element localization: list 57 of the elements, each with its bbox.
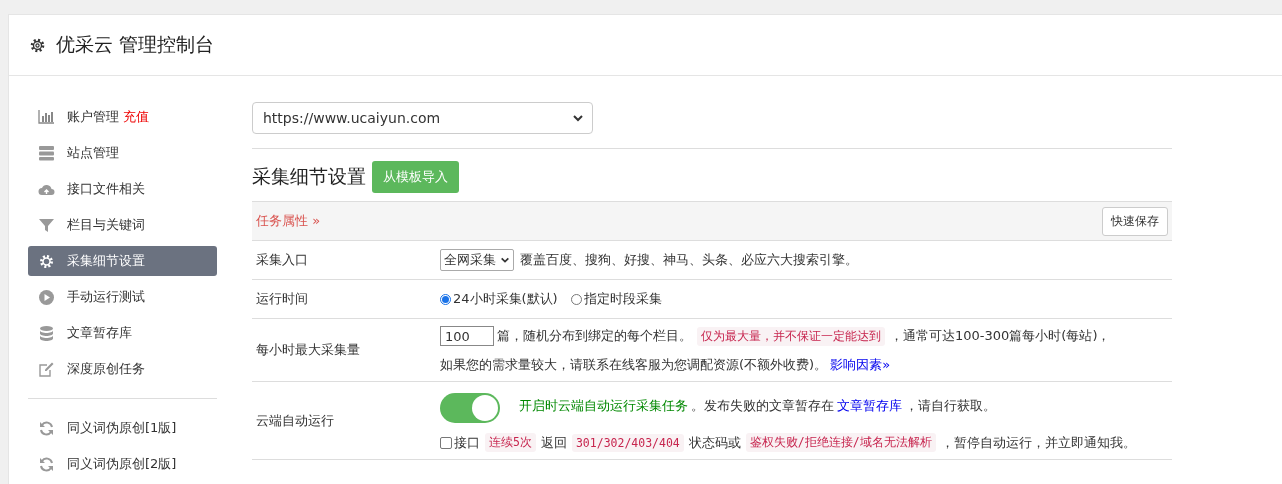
radio-option[interactable]: 指定时段采集 (570, 290, 662, 308)
page-title: 优采云 管理控制台 (56, 32, 215, 57)
description-text: ，请自行获取。 (905, 397, 996, 415)
highlight-text: 连续5次 (485, 433, 536, 452)
description-text: 如果您的需求量较大，请联系在线客服为您调配资源(不额外收费)。 (440, 356, 828, 374)
sidebar-item[interactable]: 栏目与关键词 (28, 210, 217, 240)
refresh-icon (38, 455, 55, 473)
hint-text: 开启时云端自动运行采集任务 (519, 397, 688, 415)
sidebar-item[interactable]: 手动运行测试 (28, 282, 217, 312)
task-properties-toggle[interactable]: 任务属性 » (256, 212, 321, 230)
source-select[interactable]: 全网采集 (440, 249, 514, 271)
row-label: 运行时间 (255, 290, 309, 308)
sidebar-item[interactable]: 站点管理 (28, 138, 217, 168)
sidebar-item[interactable]: 同义词伪原创[2版] (28, 449, 217, 479)
sidebar-item[interactable]: 同义词伪原创[1版] (28, 413, 217, 443)
checkbox-option[interactable]: 接口 (440, 433, 480, 452)
sidebar-item[interactable]: 深度原创任务 (28, 354, 217, 384)
edit-icon (38, 360, 55, 378)
row-label: 采集入口 (255, 251, 309, 269)
sidebar-item[interactable]: 账户管理 充值 (28, 102, 217, 132)
toggle-switch[interactable] (440, 393, 500, 423)
input-field[interactable]: 100 (440, 326, 494, 346)
description-text: 返回 (540, 433, 567, 452)
highlight-text: 301/302/403/404 (571, 433, 684, 452)
description-text: 覆盖百度、搜狗、好搜、神马、头条、必应六大搜索引擎。 (520, 251, 858, 269)
sidebar-item[interactable]: 采集细节设置 (28, 246, 217, 276)
row-label: 云端自动运行 (255, 411, 335, 430)
section-title: 采集细节设置 (252, 164, 366, 189)
filter-icon (38, 216, 55, 234)
gear-icon (38, 252, 55, 270)
server-icon (38, 144, 55, 162)
row-label: 每小时最大采集量 (255, 341, 361, 359)
database-icon (38, 324, 55, 342)
bar-chart-icon (38, 108, 55, 126)
quick-save-button[interactable]: 快速保存 (1102, 206, 1168, 236)
highlight-text: 仅为最大量，并不保证一定能达到 (697, 326, 885, 346)
description-text: ，通常可达100-300篇每小时(每站)， (890, 327, 1111, 345)
gear-icon (29, 36, 46, 54)
chevron-down-icon (500, 255, 510, 265)
description-text: ，暂停自动运行，并立即通知我。 (940, 433, 1136, 452)
sidebar-item[interactable]: 文章暂存库 (28, 318, 217, 348)
highlight-text: 鉴权失败/拒绝连接/域名无法解析 (745, 433, 936, 452)
refresh-icon (38, 419, 55, 437)
description-text: 状态码或 (688, 433, 741, 452)
radio-option[interactable]: 24小时采集(默认) (440, 290, 558, 308)
chevron-down-icon (572, 112, 584, 124)
description-text: 。发布失败的文章暂存在 (691, 397, 834, 415)
play-icon (38, 288, 55, 306)
sidebar-item[interactable]: 接口文件相关 (28, 174, 217, 204)
description-text: 篇，随机分布到绑定的每个栏目。 (497, 327, 692, 345)
link[interactable]: 影响因素» (830, 356, 891, 374)
radio-icon[interactable] (440, 293, 451, 305)
checkbox[interactable] (440, 436, 452, 449)
link[interactable]: 文章暂存库 (837, 397, 902, 415)
site-select[interactable]: https://www.ucaiyun.com (252, 102, 593, 134)
radio-icon[interactable] (570, 293, 582, 305)
recharge-link[interactable]: 充值 (123, 109, 149, 124)
